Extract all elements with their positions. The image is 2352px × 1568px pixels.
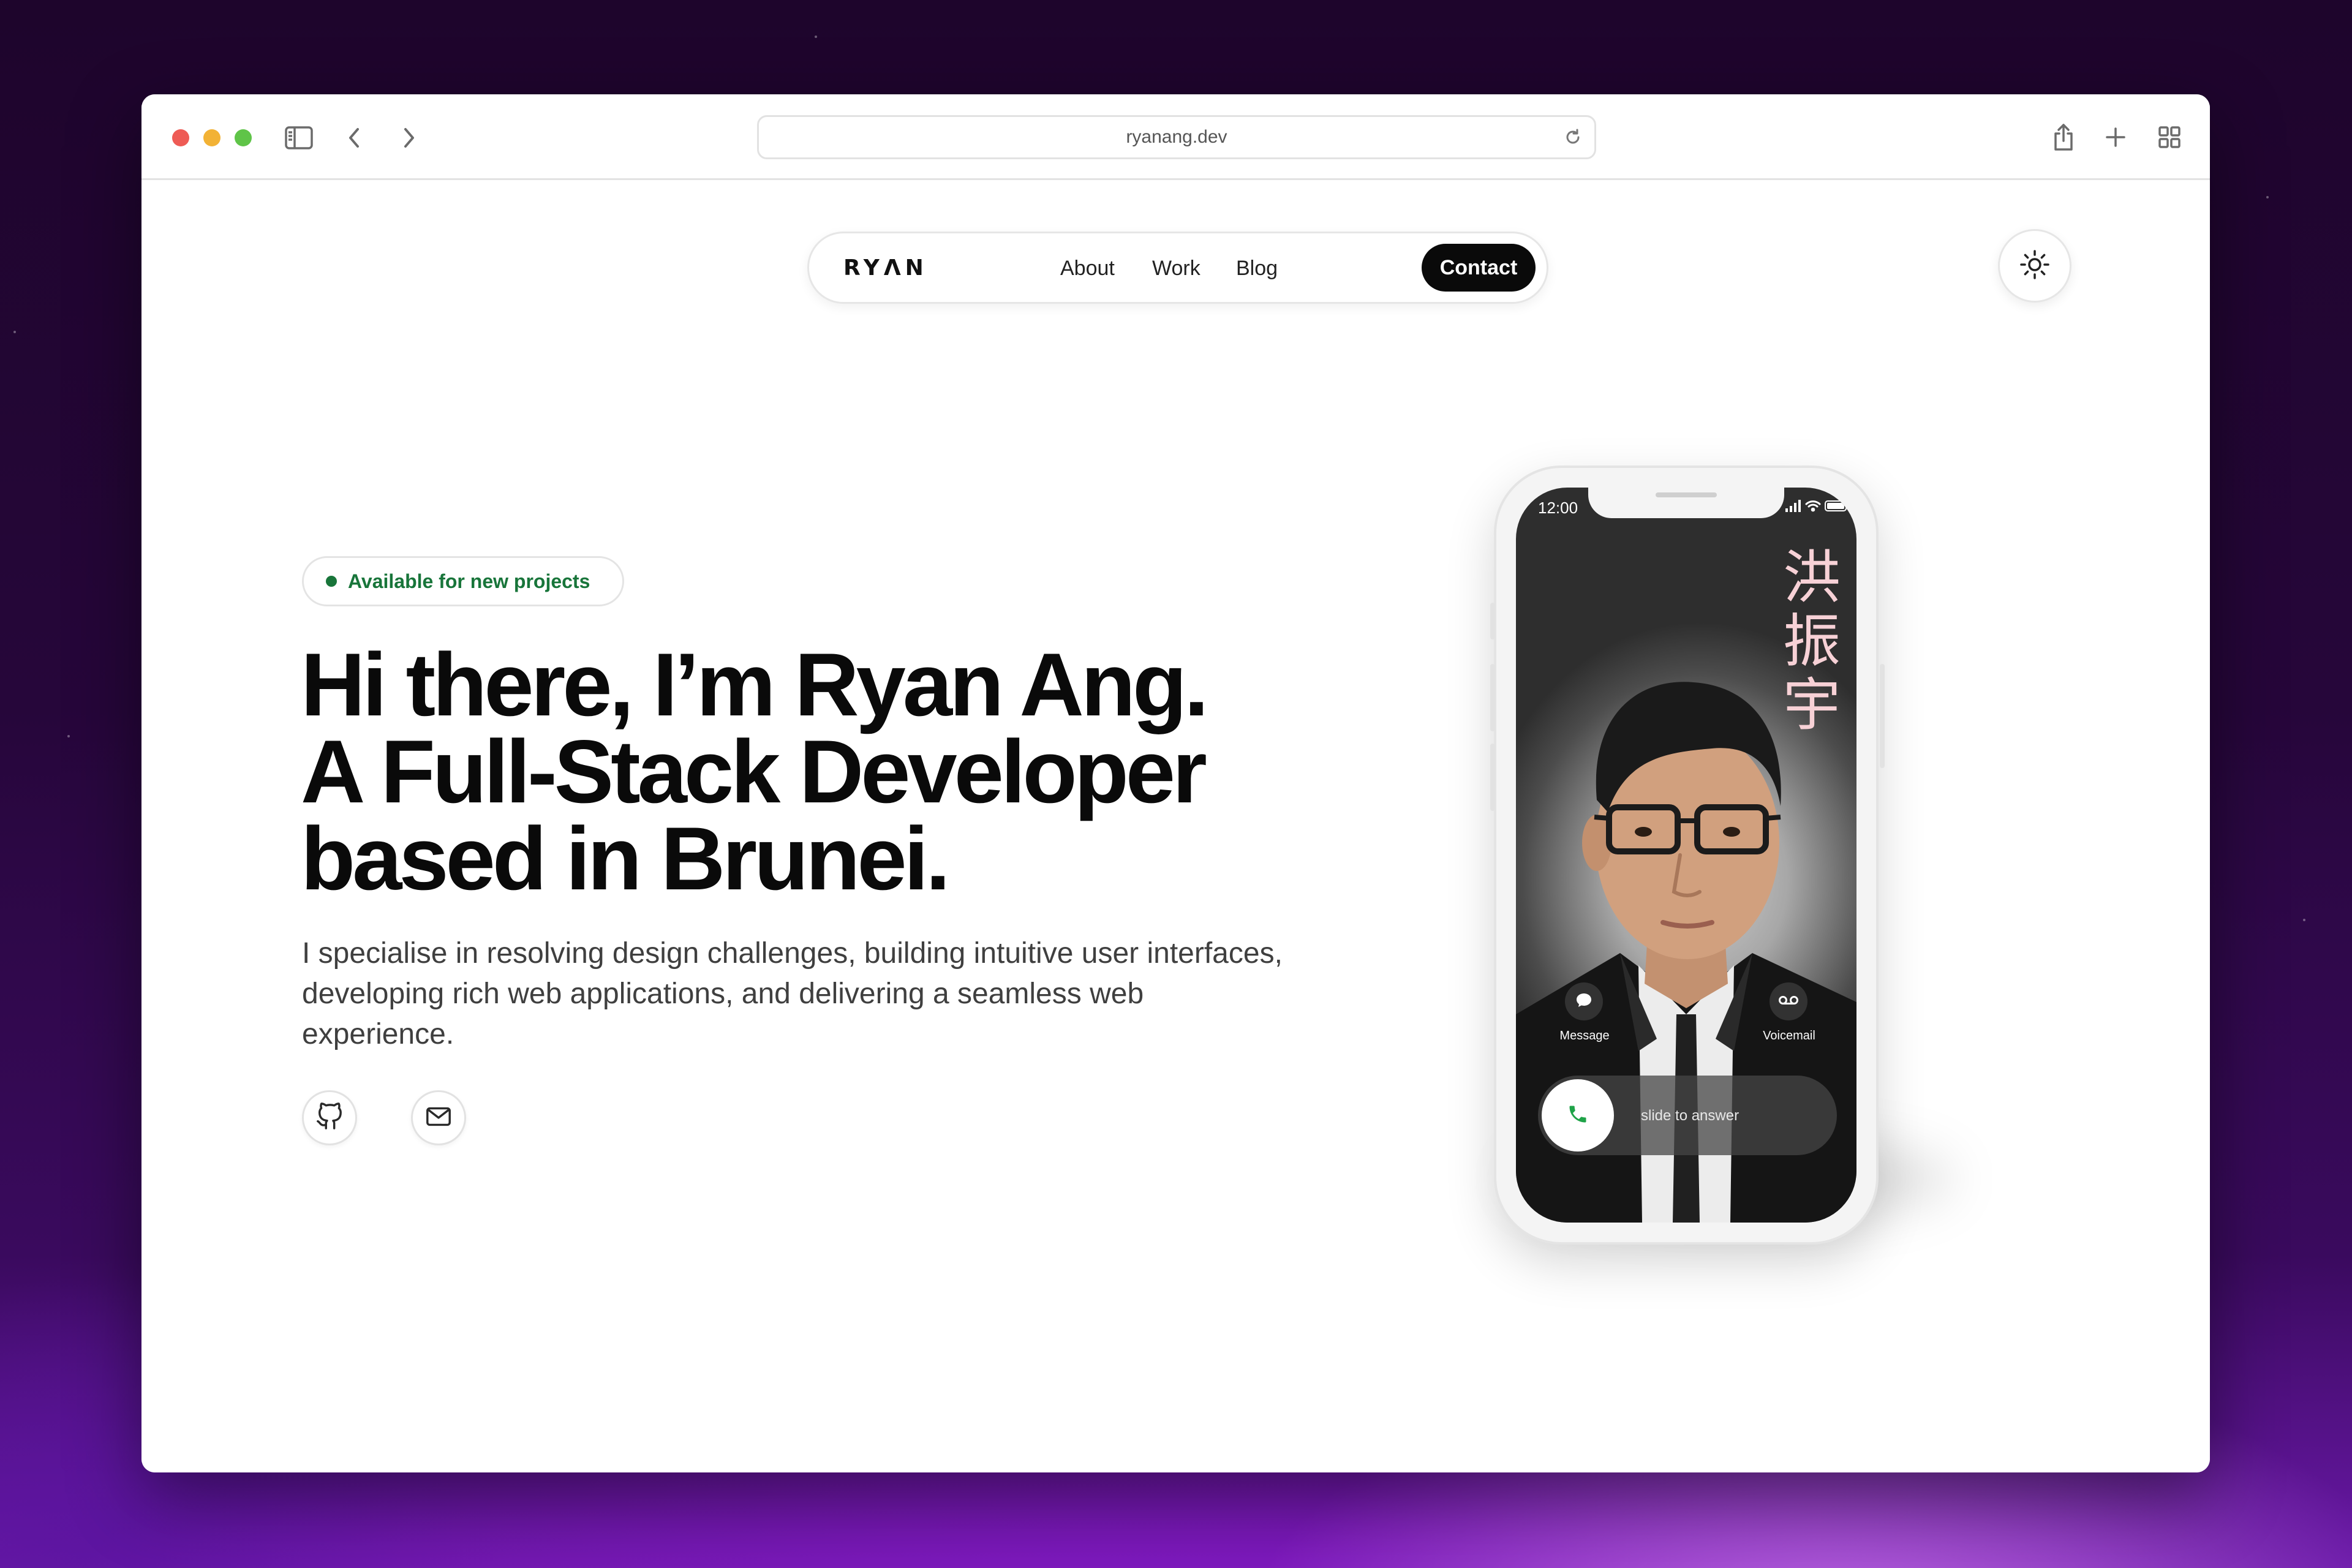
speaker-grille [1656, 492, 1717, 497]
availability-text: Available for new projects [348, 570, 590, 592]
address-url: ryanang.dev [1126, 127, 1227, 147]
phone-side-button [1490, 603, 1495, 639]
wifi-icon [1805, 500, 1821, 515]
headline-line: Hi there, I’m Ryan Ang. [301, 635, 1209, 734]
message-bubble-icon [1575, 991, 1593, 1012]
forward-chevron-icon[interactable] [394, 123, 424, 153]
email-button[interactable] [411, 1090, 466, 1145]
headline-line: A Full-Stack Developer [301, 722, 1207, 821]
status-bar-time: 12:00 [1538, 499, 1578, 517]
voicemail-button[interactable] [1770, 982, 1807, 1020]
background-star [2303, 919, 2305, 921]
availability-badge: Available for new projects [302, 556, 624, 606]
phone-side-button [1880, 664, 1885, 768]
contact-button[interactable]: Contact [1422, 244, 1536, 292]
back-chevron-icon[interactable] [339, 123, 369, 153]
hero-description: I specialise in resolving design challen… [302, 937, 1283, 1050]
chinese-name-char: 洪 [1782, 545, 1841, 611]
background-star [67, 735, 70, 737]
browser-window: ryanang.dev RYΛN About Work Blog Contact… [141, 94, 2210, 1472]
chinese-name-char: 宇 [1782, 672, 1841, 739]
tab-overview-icon[interactable] [2154, 121, 2185, 153]
mail-icon [424, 1102, 453, 1134]
background-star [815, 36, 817, 38]
share-icon[interactable] [2046, 120, 2081, 154]
phone-mockup: 12:00 洪 振 宇 Message Voicemail slide to a… [1490, 466, 1885, 1245]
message-button[interactable] [1565, 982, 1603, 1020]
theme-toggle-button[interactable] [1998, 229, 2071, 303]
reload-icon[interactable] [1564, 128, 1582, 151]
minimize-window-button[interactable] [203, 129, 221, 146]
phone-side-button [1490, 664, 1495, 731]
answer-knob[interactable] [1542, 1079, 1614, 1152]
github-button[interactable] [302, 1090, 357, 1145]
nav-link-blog[interactable]: Blog [1236, 257, 1278, 281]
new-tab-icon[interactable] [2100, 121, 2132, 153]
browser-toolbar: ryanang.dev [141, 94, 2210, 180]
site-navbar: RYΛN About Work Blog Contact [807, 232, 1548, 304]
status-dot [326, 576, 337, 587]
phone-screen: 12:00 洪 振 宇 Message Voicemail slide to a… [1516, 488, 1856, 1223]
close-window-button[interactable] [172, 129, 189, 146]
background-star [2266, 196, 2269, 198]
phone-notch [1588, 488, 1784, 518]
nav-link-about[interactable]: About [1060, 257, 1115, 281]
webpage: RYΛN About Work Blog Contact Available f… [141, 182, 2210, 1472]
status-bar-icons [1785, 500, 1849, 515]
battery-icon [1825, 500, 1849, 515]
headline-line: based in Brunei. [301, 809, 951, 908]
sun-icon [2019, 249, 2051, 284]
slide-to-answer-slider[interactable]: slide to answer [1538, 1076, 1837, 1155]
chinese-name-char: 振 [1782, 608, 1841, 675]
slide-to-answer-text: slide to answer [1641, 1107, 1740, 1124]
zoom-window-button[interactable] [235, 129, 252, 146]
message-label: Message [1559, 1029, 1610, 1042]
site-logo[interactable]: RYΛN [843, 255, 928, 281]
nav-link-work[interactable]: Work [1152, 257, 1200, 281]
hero-headline: Hi there, I’m Ryan Ang. A Full-Stack Dev… [301, 635, 1342, 908]
phone-icon [1567, 1103, 1589, 1128]
phone-side-button [1490, 744, 1495, 811]
background-star [13, 331, 16, 333]
sidebar-toggle-icon[interactable] [284, 123, 314, 153]
chinese-name: 洪 振 宇 [1778, 546, 1845, 737]
voicemail-icon [1778, 994, 1799, 1009]
signal-icon [1785, 500, 1801, 515]
github-icon [315, 1102, 344, 1134]
voicemail-label: Voicemail [1763, 1029, 1815, 1042]
address-bar[interactable]: ryanang.dev [757, 115, 1596, 159]
